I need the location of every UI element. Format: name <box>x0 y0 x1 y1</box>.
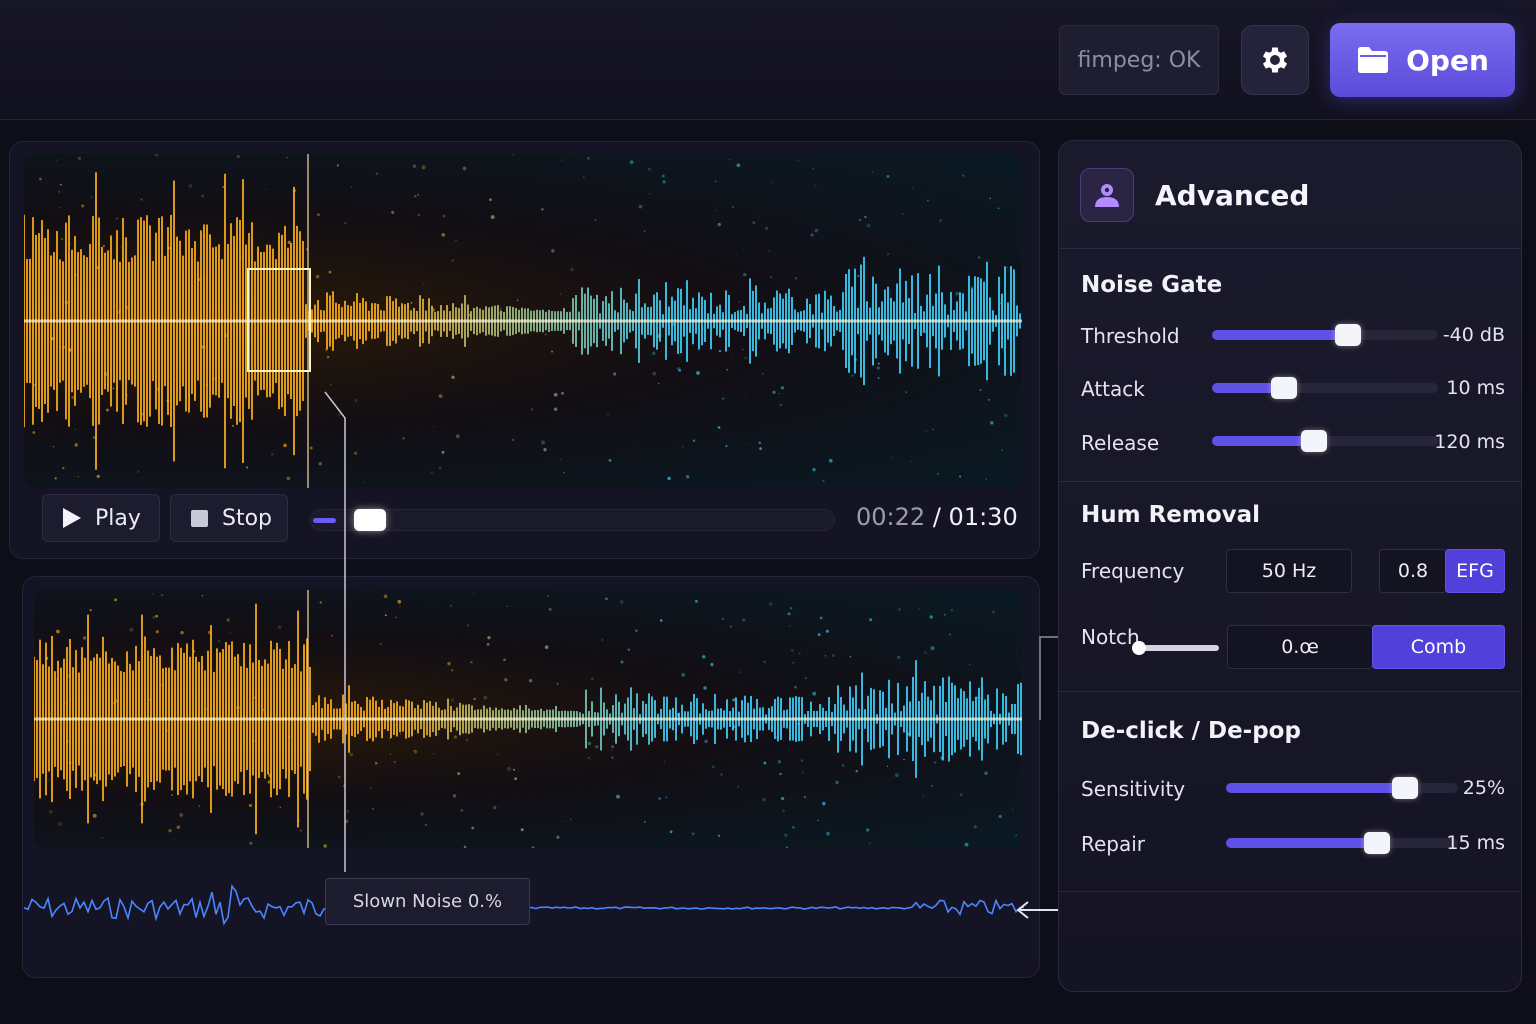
comb-button[interactable]: Comb <box>1372 625 1505 669</box>
panel-header: Advanced <box>1059 141 1521 249</box>
notch-handle[interactable] <box>1132 641 1146 655</box>
threshold-value: -40 dB <box>1442 324 1505 346</box>
q-factor-value: 0.8 <box>1397 560 1429 582</box>
sensitivity-slider[interactable] <box>1226 777 1458 799</box>
threshold-label: Threshold <box>1081 324 1180 348</box>
release-slider[interactable] <box>1212 430 1438 452</box>
noise-gate-title: Noise Gate <box>1081 272 1223 298</box>
attack-slider[interactable] <box>1212 377 1438 399</box>
noise-tooltip: Slown Noise 0.% <box>325 878 530 925</box>
frequency-label: Frequency <box>1081 559 1185 583</box>
frequency-value: 50 Hz <box>1261 560 1317 582</box>
repair-slider[interactable] <box>1226 832 1458 854</box>
efg-label: EFG <box>1456 560 1494 582</box>
divider <box>1059 481 1521 482</box>
comb-label: Comb <box>1410 636 1467 658</box>
repair-handle[interactable] <box>1363 832 1390 854</box>
notch-label: Notch <box>1081 625 1140 649</box>
repair-fill <box>1226 838 1377 848</box>
divider <box>1059 691 1521 692</box>
release-fill <box>1212 436 1314 446</box>
threshold-fill <box>1212 330 1348 340</box>
sensitivity-label: Sensitivity <box>1081 777 1186 801</box>
notch-value: 0.œ <box>1281 636 1319 658</box>
selection-box <box>247 268 311 372</box>
attack-handle[interactable] <box>1271 377 1298 399</box>
notch-field[interactable]: 0.œ <box>1227 625 1373 669</box>
repair-value: 15 ms <box>1446 832 1505 854</box>
frequency-field[interactable]: 50 Hz <box>1226 549 1352 593</box>
notch-slider[interactable] <box>1137 645 1219 651</box>
efg-button[interactable]: EFG <box>1445 549 1505 593</box>
divider <box>1059 891 1521 892</box>
hum-removal-title: Hum Removal <box>1081 502 1261 528</box>
sensitivity-value: 25% <box>1462 777 1505 799</box>
q-factor-field[interactable]: 0.8 <box>1379 549 1447 593</box>
attack-label: Attack <box>1081 377 1145 401</box>
release-handle[interactable] <box>1300 430 1327 452</box>
attack-value: 10 ms <box>1446 377 1505 399</box>
panel-title: Advanced <box>1155 179 1310 212</box>
tooltip-text: Slown Noise 0.% <box>352 891 503 912</box>
advanced-panel: Advanced Noise Gate Threshold -40 dB Att… <box>1058 140 1522 992</box>
declick-title: De-click / De-pop <box>1081 718 1301 744</box>
threshold-slider[interactable] <box>1212 324 1438 346</box>
user-shield-icon <box>1080 168 1134 222</box>
threshold-handle[interactable] <box>1334 324 1361 346</box>
sensitivity-handle[interactable] <box>1391 777 1418 799</box>
release-value: 120 ms <box>1434 431 1505 453</box>
sensitivity-fill <box>1226 783 1405 793</box>
repair-label: Repair <box>1081 832 1146 856</box>
release-label: Release <box>1081 431 1160 455</box>
